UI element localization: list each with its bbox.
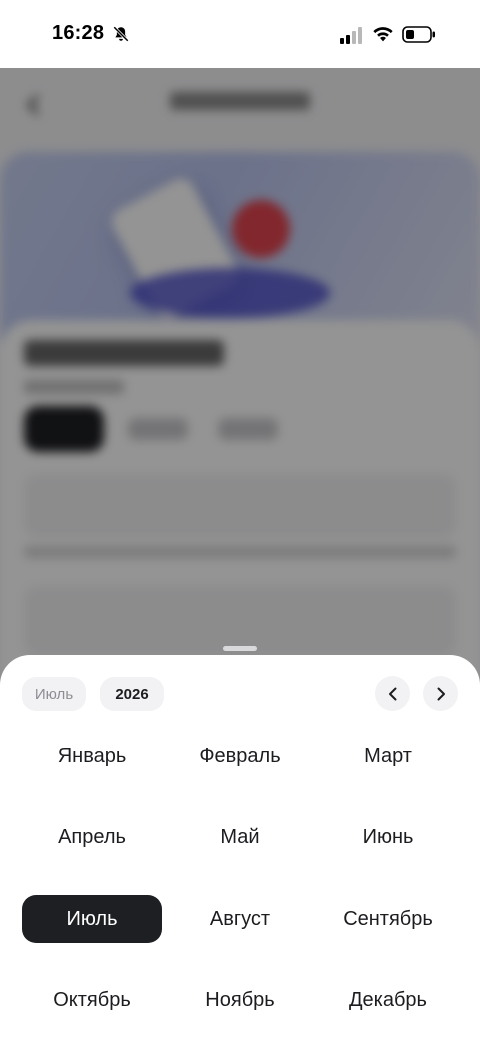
month-december[interactable]: Декабрь	[318, 977, 458, 1025]
month-grid: Январь Февраль Март Апрель Май Июнь Июль…	[22, 732, 458, 1025]
sheet-grabber[interactable]	[223, 646, 257, 651]
chevron-left-icon	[388, 687, 396, 700]
month-july[interactable]: Июль	[22, 895, 162, 943]
month-may[interactable]: Май	[162, 814, 318, 862]
status-time: 16:28	[52, 22, 105, 44]
status-bar: 16:28	[0, 0, 480, 68]
selected-year-chip[interactable]: 2026	[100, 677, 164, 711]
month-january[interactable]: Январь	[22, 732, 162, 780]
cellular-signal-icon	[340, 27, 362, 44]
month-september[interactable]: Сентябрь	[318, 895, 458, 943]
selected-month-chip[interactable]: Июль	[22, 677, 86, 711]
battery-icon	[402, 26, 435, 43]
month-april[interactable]: Апрель	[22, 814, 162, 862]
month-november[interactable]: Ноябрь	[162, 977, 318, 1025]
month-march[interactable]: Март	[318, 732, 458, 780]
chevron-right-icon	[437, 687, 445, 700]
prev-year-button[interactable]	[375, 676, 410, 711]
month-october[interactable]: Октябрь	[22, 977, 162, 1025]
month-february[interactable]: Февраль	[162, 732, 318, 780]
month-june[interactable]: Июнь	[318, 814, 458, 862]
wifi-icon	[373, 27, 393, 42]
month-picker-sheet: Июль 2026 Январь Февраль Март Апрель Май…	[0, 655, 480, 1043]
next-year-button[interactable]	[423, 676, 458, 711]
bell-off-icon	[113, 26, 129, 42]
month-august[interactable]: Август	[162, 895, 318, 943]
